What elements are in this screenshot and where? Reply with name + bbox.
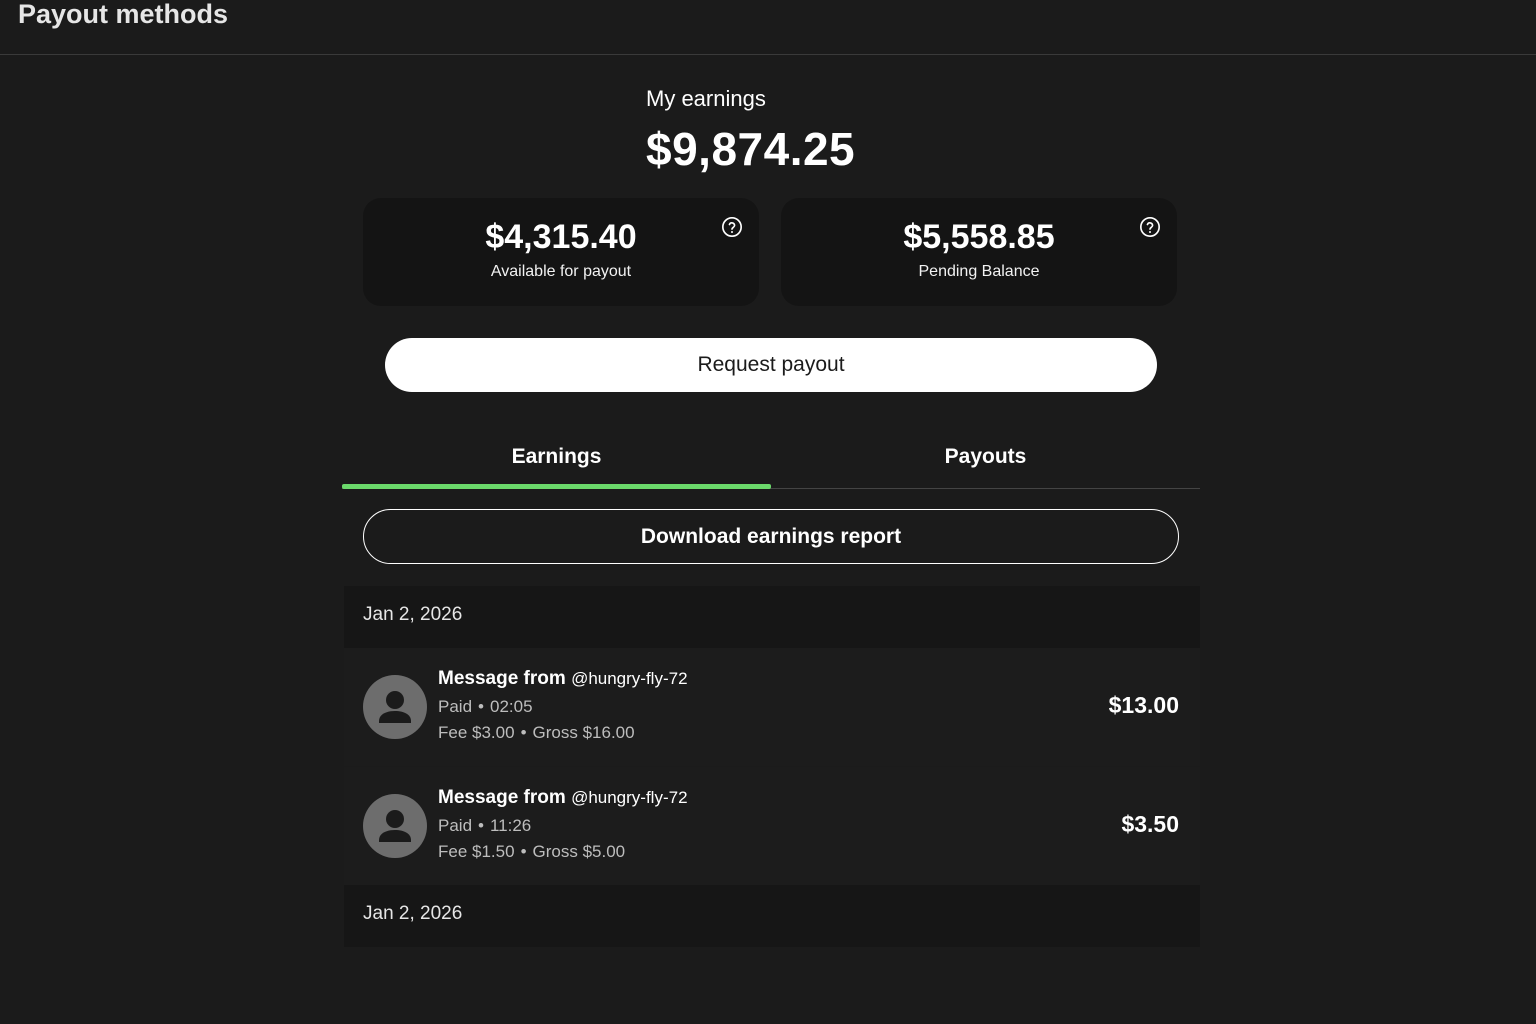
transaction-status-line: Paid • 11:26 xyxy=(438,816,531,836)
transaction-fee-line: Fee $1.50 • Gross $5.00 xyxy=(438,842,625,862)
transaction-gross: Gross $5.00 xyxy=(532,842,626,861)
available-balance-card: $4,315.40 Available for payout xyxy=(363,198,759,306)
transaction-net-amount: $13.00 xyxy=(1108,692,1179,718)
separator-dot: • xyxy=(520,723,527,742)
available-caption: Available for payout xyxy=(490,263,632,280)
pending-amount: $5,558.85 xyxy=(903,218,1055,256)
transaction-title: Message from @hungry-fly-72 xyxy=(438,668,688,690)
tab-payouts[interactable]: Payouts xyxy=(771,430,1200,488)
transaction-time: 02:05 xyxy=(489,697,533,716)
transaction-type: Message from xyxy=(438,668,566,689)
tab-bar: Earnings Payouts xyxy=(342,430,1200,489)
total-earnings: $9,874.25 xyxy=(646,123,856,175)
question-circle-icon[interactable] xyxy=(721,216,743,238)
sender-handle: @hungry-fly-72 xyxy=(571,788,688,807)
transaction-fee: Fee $1.50 xyxy=(438,842,515,861)
my-earnings-label: My earnings xyxy=(646,86,766,111)
separator-dot: • xyxy=(478,697,484,716)
date-group-header: Jan 2, 2026 xyxy=(344,586,1200,648)
separator-dot: • xyxy=(478,816,484,835)
download-earnings-report-button[interactable]: Download earnings report xyxy=(363,509,1179,564)
transaction-gross: Gross $16.00 xyxy=(532,723,635,742)
transaction-fee: Fee $3.00 xyxy=(438,723,515,742)
transaction-time: 11:26 xyxy=(489,816,532,835)
transaction-status: Paid xyxy=(438,816,473,835)
question-circle-icon[interactable] xyxy=(1139,216,1161,238)
top-bar: Payout methods xyxy=(0,0,1536,55)
user-avatar-icon xyxy=(363,675,427,739)
pending-balance-card: $5,558.85 Pending Balance xyxy=(781,198,1177,306)
pending-caption: Pending Balance xyxy=(918,263,1040,280)
earnings-page: Payout methods My earnings $9,874.25 $4,… xyxy=(0,0,1536,1024)
sender-handle: @hungry-fly-72 xyxy=(571,669,688,688)
transaction-status: Paid xyxy=(438,697,473,716)
active-tab-indicator xyxy=(342,484,771,489)
transaction-fee-line: Fee $3.00 • Gross $16.00 xyxy=(438,723,635,743)
transaction-type: Message from xyxy=(438,787,566,808)
transaction-row[interactable]: Message from @hungry-fly-72 Paid • 11:26 F… xyxy=(344,767,1200,885)
separator-dot: • xyxy=(520,842,527,861)
available-amount: $4,315.40 xyxy=(485,218,637,256)
group-date: Jan 2, 2026 xyxy=(363,604,463,625)
page-title: Payout methods xyxy=(18,0,229,29)
transaction-title: Message from @hungry-fly-72 xyxy=(438,787,688,809)
transaction-row[interactable]: Message from @hungry-fly-72 Paid • 02:05 F… xyxy=(344,648,1200,766)
transaction-status-line: Paid • 02:05 xyxy=(438,697,533,717)
request-payout-button[interactable]: Request payout xyxy=(385,338,1157,392)
date-group-header: Jan 2, 2026 xyxy=(344,885,1200,947)
group-date: Jan 2, 2026 xyxy=(363,903,463,924)
tab-earnings[interactable]: Earnings xyxy=(342,430,771,488)
user-avatar-icon xyxy=(363,794,427,858)
transaction-net-amount: $3.50 xyxy=(1121,811,1179,837)
